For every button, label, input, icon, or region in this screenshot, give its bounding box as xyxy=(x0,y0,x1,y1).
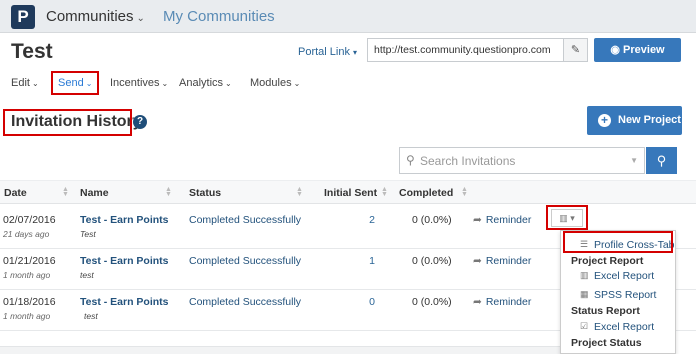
communities-menu[interactable]: Communities ⌄ xyxy=(46,8,145,25)
col-name[interactable]: Name xyxy=(80,187,109,199)
questionpro-logo[interactable]: P xyxy=(11,5,35,29)
col-status[interactable]: Status xyxy=(189,187,221,199)
reminder-label: Reminder xyxy=(485,214,532,226)
row-status: Completed Successfully xyxy=(189,214,302,226)
row-completed: 0 (0.0%) xyxy=(412,214,452,226)
highlight-box-profile-crosstab xyxy=(563,231,673,253)
highlight-box-reports xyxy=(546,205,588,230)
chevron-down-icon: ⌄ xyxy=(136,13,145,24)
nav-label: Edit xyxy=(11,77,30,89)
col-completed[interactable]: Completed xyxy=(399,187,453,199)
row-initial-sent[interactable]: 2 xyxy=(355,214,375,226)
nav-label: Modules xyxy=(250,77,292,89)
row-status: Completed Successfully xyxy=(189,255,302,267)
sort-icon[interactable]: ▲ ▼ xyxy=(62,186,69,198)
row-ago: 21 days ago xyxy=(3,229,50,239)
portal-link-dropdown[interactable]: Portal Link ▾ xyxy=(298,46,357,58)
nav-analytics[interactable]: Analytics ⌄ xyxy=(179,77,232,89)
col-initial-sent[interactable]: Initial Sent xyxy=(324,187,377,199)
search-icon: ⚲ xyxy=(406,153,415,167)
menu-heading-project-report: Project Report xyxy=(571,255,644,267)
row-date: 02/07/2016 xyxy=(3,214,56,226)
row-name-link[interactable]: Test - Earn Points xyxy=(80,255,169,267)
reminder-label: Reminder xyxy=(485,255,532,267)
share-arrow-icon: ➦ xyxy=(473,255,482,267)
plus-icon: + xyxy=(598,114,611,127)
nav-modules[interactable]: Modules ⌄ xyxy=(250,77,300,89)
bar-chart-icon: ▥ xyxy=(580,270,589,280)
menu-item-label: Excel Report xyxy=(594,270,655,282)
reminder-label: Reminder xyxy=(485,296,532,308)
row-subtitle: Test xyxy=(80,229,96,239)
highlight-box-title xyxy=(3,109,132,136)
my-communities-link[interactable]: My Communities xyxy=(163,8,275,25)
row-completed: 0 (0.0%) xyxy=(412,296,452,308)
share-arrow-icon: ➦ xyxy=(473,214,482,226)
eye-icon: ◉ xyxy=(610,44,620,56)
pencil-icon: ✎ xyxy=(570,44,581,56)
row-ago: 1 month ago xyxy=(3,311,51,321)
reminder-button[interactable]: ➦ Reminder xyxy=(473,296,531,308)
chevron-down-icon: ⌄ xyxy=(225,79,232,88)
chevron-down-icon: ⌄ xyxy=(31,79,39,88)
nav-label: Incentives xyxy=(110,77,160,89)
row-initial-sent[interactable]: 0 xyxy=(355,296,375,308)
footer-strip xyxy=(0,346,560,354)
table-icon: ▦ xyxy=(580,289,589,299)
menu-heading-project-status: Project Status xyxy=(571,337,642,349)
new-project-label: New Project xyxy=(618,114,681,126)
nav-incentives[interactable]: Incentives ⌄ xyxy=(110,77,168,89)
preview-label: Preview xyxy=(623,44,665,56)
share-arrow-icon: ➦ xyxy=(473,296,482,308)
top-bar: P Communities ⌄ My Communities xyxy=(0,0,696,33)
col-date[interactable]: Date xyxy=(4,187,27,199)
highlight-box-send xyxy=(51,71,99,95)
caret-down-icon: ▼ xyxy=(630,156,638,165)
row-date: 01/21/2016 xyxy=(3,255,56,267)
edit-url-button[interactable]: ✎ xyxy=(563,38,588,62)
row-subtitle: test xyxy=(80,270,94,280)
search-placeholder: Search Invitations xyxy=(420,154,516,168)
communities-label: Communities xyxy=(46,8,134,25)
row-initial-sent[interactable]: 1 xyxy=(355,255,375,267)
row-date: 01/18/2016 xyxy=(3,296,56,308)
caret-down-icon: ▾ xyxy=(353,48,358,57)
menu-heading-status-report: Status Report xyxy=(571,305,640,317)
search-button[interactable]: ⚲ xyxy=(646,147,677,174)
search-invitations-field[interactable]: ⚲ Search Invitations ▼ xyxy=(399,147,645,174)
sort-icon[interactable]: ▲ ▼ xyxy=(381,186,388,198)
sort-icon[interactable]: ▲ ▼ xyxy=(165,186,172,198)
reminder-button[interactable]: ➦ Reminder xyxy=(473,255,531,267)
menu-item-label: SPSS Report xyxy=(594,289,657,301)
row-completed: 0 (0.0%) xyxy=(412,255,452,267)
page-title: Test xyxy=(11,40,53,63)
new-project-button[interactable]: + New Project xyxy=(587,106,682,135)
table-header: Date ▲ ▼ Name ▲ ▼ Status ▲ ▼ Initial Sent ▲… xyxy=(0,180,696,204)
row-name-link[interactable]: Test - Earn Points xyxy=(80,296,169,308)
reminder-button[interactable]: ➦ Reminder xyxy=(473,214,531,226)
portal-link-label: Portal Link xyxy=(298,46,350,58)
preview-button[interactable]: ◉ Preview xyxy=(594,38,681,62)
help-icon[interactable]: ? xyxy=(133,115,147,129)
chevron-down-icon: ⌄ xyxy=(161,79,169,88)
menu-item-label: Excel Report xyxy=(594,321,655,333)
nav-edit[interactable]: Edit ⌄ xyxy=(11,77,39,89)
sort-icon[interactable]: ▲ ▼ xyxy=(461,186,468,198)
search-icon: ⚲ xyxy=(656,153,667,168)
chevron-down-icon: ⌄ xyxy=(293,79,301,88)
portal-url-field[interactable]: http://test.community.questionpro.com xyxy=(367,38,563,62)
sort-icon[interactable]: ▲ ▼ xyxy=(296,186,303,198)
file-edit-icon: ☑ xyxy=(580,321,589,331)
row-subtitle: test xyxy=(84,311,98,321)
row-status: Completed Successfully xyxy=(189,296,302,308)
nav-label: Analytics xyxy=(179,77,224,89)
row-ago: 1 month ago xyxy=(3,270,51,280)
row-name-link[interactable]: Test - Earn Points xyxy=(80,214,169,226)
